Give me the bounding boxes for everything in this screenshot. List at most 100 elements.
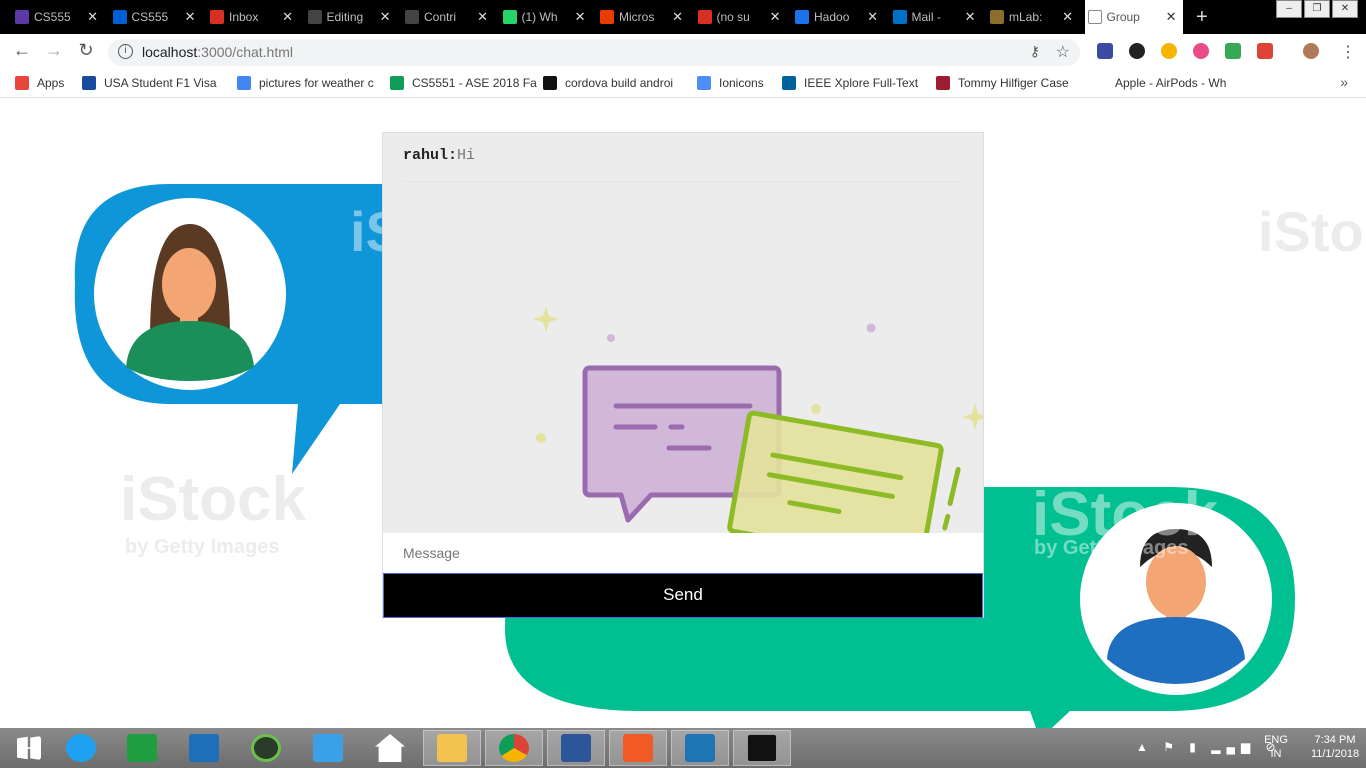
- minimize-button[interactable]: –: [1276, 0, 1302, 18]
- menu-icon[interactable]: ⋮: [1340, 42, 1356, 62]
- windows-store-icon[interactable]: [113, 730, 171, 766]
- tab-close-icon[interactable]: ✕: [770, 9, 781, 25]
- tab-title: Micros: [619, 10, 655, 24]
- file-explorer-icon[interactable]: [423, 730, 481, 766]
- extension-multicolor-icon[interactable]: [1257, 43, 1273, 59]
- tab-favicon-icon: [892, 10, 907, 24]
- tab-title: Mail -: [911, 10, 941, 24]
- tab-title: CS555: [131, 10, 169, 24]
- tab-favicon-icon: [600, 10, 614, 24]
- extension-download-icon[interactable]: [1225, 43, 1241, 59]
- tab-close-icon[interactable]: ✕: [1166, 9, 1177, 25]
- tab-title: Inbox: [229, 10, 259, 24]
- bookmark-item[interactable]: cordova build androi: [543, 76, 673, 90]
- tab-close-icon[interactable]: ✕: [575, 9, 586, 25]
- close-window-button[interactable]: ✕: [1332, 0, 1358, 18]
- bookmark-favicon-icon: [697, 76, 711, 90]
- tab-close-icon[interactable]: ✕: [185, 9, 196, 25]
- tab-favicon-icon: [502, 10, 517, 24]
- tab-title: mLab:: [1009, 10, 1043, 24]
- message-separator: :: [448, 147, 458, 164]
- bookmark-item[interactable]: USA Student F1 Visa: [82, 76, 217, 90]
- extension-circle-icon[interactable]: [1161, 43, 1177, 59]
- info-icon[interactable]: i: [118, 44, 133, 59]
- bookmark-favicon-icon: [782, 76, 796, 90]
- tab-close-icon[interactable]: ✕: [965, 9, 976, 25]
- tab-favicon-icon: [1087, 10, 1102, 24]
- media-app-icon[interactable]: [237, 730, 295, 766]
- browser-tab[interactable]: CS555 ✕: [110, 0, 202, 34]
- browser-tab[interactable]: Hadoo ✕: [792, 0, 884, 34]
- message-input[interactable]: [383, 533, 983, 573]
- bookmark-item[interactable]: Ionicons: [697, 76, 764, 90]
- browser-tab[interactable]: Mail - ✕: [890, 0, 982, 34]
- back-button[interactable]: ←: [10, 40, 34, 61]
- bookmark-item[interactable]: Apps: [15, 76, 64, 90]
- tab-close-icon[interactable]: ✕: [87, 9, 98, 25]
- bookmarks-bar: Apps USA Student F1 Visa pictures for weat…: [0, 70, 1366, 98]
- browser-tab[interactable]: Inbox ✕: [207, 0, 299, 34]
- tab-close-icon[interactable]: ✕: [477, 9, 488, 25]
- tab-close-icon[interactable]: ✕: [282, 9, 293, 25]
- bookmark-favicon-icon: [936, 76, 950, 90]
- bookmark-label: cordova build androi: [565, 76, 674, 90]
- tab-favicon-icon: [15, 10, 29, 24]
- tab-favicon-icon: [697, 10, 712, 24]
- bookmark-star-icon[interactable]: ☆: [1056, 42, 1070, 62]
- url-text[interactable]: localhost:3000/chat.html: [142, 44, 293, 60]
- send-button[interactable]: Send: [383, 573, 983, 618]
- browser-tab[interactable]: (no su ✕: [695, 0, 787, 34]
- reload-button[interactable]: ↻: [74, 40, 98, 61]
- browser-tab[interactable]: CS555 ✕: [12, 0, 104, 34]
- home-app-icon[interactable]: [361, 730, 419, 766]
- browser-tab[interactable]: Group ✕: [1084, 0, 1183, 34]
- tab-close-icon[interactable]: ✕: [867, 9, 878, 25]
- command-prompt-icon[interactable]: [733, 730, 791, 766]
- bookmark-item[interactable]: pictures for weather c: [237, 76, 374, 90]
- extension-pink-icon[interactable]: [1193, 43, 1209, 59]
- tab-strip: CS555 ✕ CS555 ✕ Inbox ✕ Editing ✕ Contri ✕ (1) Wh ✕…: [0, 0, 1366, 34]
- bookmark-item[interactable]: Apple - AirPods - Wh: [1093, 76, 1226, 90]
- bookmarks-more-button[interactable]: »: [1340, 74, 1348, 90]
- tab-favicon-icon: [795, 10, 809, 24]
- profile-avatar[interactable]: [1303, 43, 1319, 59]
- message-input-row: [383, 533, 983, 573]
- tab-close-icon[interactable]: ✕: [672, 9, 683, 25]
- extension-z-icon[interactable]: [1097, 43, 1113, 59]
- acrobat-icon[interactable]: [609, 730, 667, 766]
- browser-tab[interactable]: (1) Wh ✕: [500, 0, 592, 34]
- browser-tab[interactable]: Editing ✕: [305, 0, 397, 34]
- mail-app-icon[interactable]: [299, 730, 357, 766]
- clock[interactable]: 7:34 PM 11/1/2018: [1306, 733, 1364, 761]
- restore-button[interactable]: ❐: [1304, 0, 1330, 18]
- tab-close-icon[interactable]: ✕: [1062, 9, 1073, 25]
- bookmark-item[interactable]: Tommy Hilfiger Case: [936, 76, 1069, 90]
- window-controls: – ❐ ✕: [1274, 0, 1358, 18]
- extension-shield-icon[interactable]: [1129, 43, 1145, 59]
- lenovo-icon[interactable]: [175, 730, 233, 766]
- watermark-brand: iStock: [120, 465, 307, 534]
- bookmark-item[interactable]: CS5551 - ASE 2018 Fa: [390, 76, 537, 90]
- tab-close-icon[interactable]: ✕: [380, 9, 391, 25]
- language-indicator[interactable]: ENG IN: [1256, 733, 1296, 761]
- forward-button[interactable]: →: [42, 40, 66, 61]
- windows-start-button[interactable]: [0, 730, 58, 766]
- brackets-icon[interactable]: [671, 730, 729, 766]
- new-tab-button[interactable]: +: [1196, 6, 1208, 29]
- chat-message: rahul:Hi: [403, 147, 475, 164]
- address-bar[interactable]: i localhost:3000/chat.html ⚷ ☆: [108, 39, 1080, 66]
- bookmark-label: pictures for weather c: [259, 76, 374, 90]
- tab-title: Editing: [326, 10, 364, 24]
- internet-explorer-icon[interactable]: [52, 730, 110, 766]
- bookmark-item[interactable]: IEEE Xplore Full-Text: [782, 76, 918, 90]
- tab-title: Group: [1106, 10, 1140, 24]
- bookmark-favicon-icon: [1093, 76, 1107, 90]
- browser-tab[interactable]: Contri ✕: [402, 0, 494, 34]
- watermark-sub: by Getty Images: [125, 536, 280, 558]
- key-icon[interactable]: ⚷: [1030, 43, 1040, 60]
- chat-panel: rahul:Hi Message Send: [382, 132, 984, 618]
- browser-tab[interactable]: mLab: ✕: [987, 0, 1079, 34]
- word-icon[interactable]: [547, 730, 605, 766]
- chrome-icon[interactable]: [485, 730, 543, 766]
- browser-tab[interactable]: Micros ✕: [597, 0, 689, 34]
